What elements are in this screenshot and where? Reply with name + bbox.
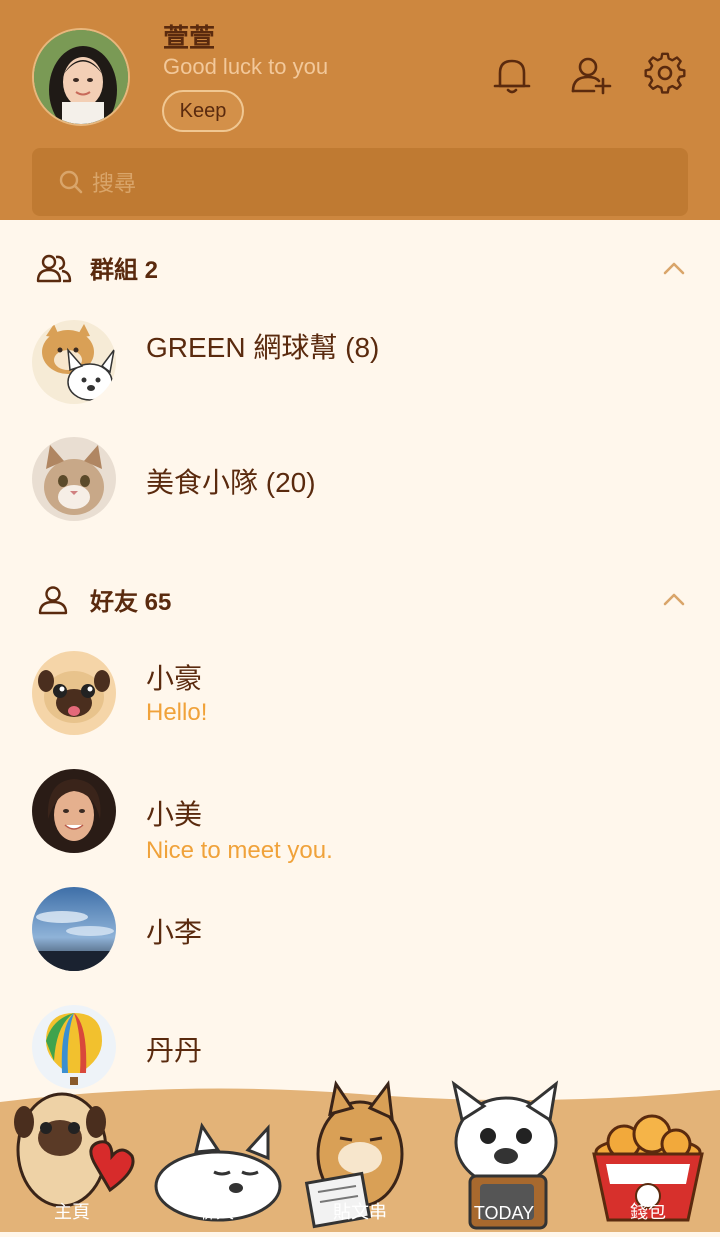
profile-name: 萱萱 xyxy=(163,23,216,53)
chevron-up-icon[interactable] xyxy=(662,260,686,276)
chevron-up-icon[interactable] xyxy=(662,591,686,607)
settings-gear-icon[interactable] xyxy=(642,52,688,98)
tab-home-label: 主頁 xyxy=(54,1202,90,1222)
friend-status-message: Hello! xyxy=(146,699,208,726)
friend-icon xyxy=(38,585,68,614)
woman-avatar-icon xyxy=(32,769,116,853)
search-bar[interactable]: 搜尋 xyxy=(32,148,688,216)
groups-section-title: 群組 2 xyxy=(90,257,159,284)
group-avatar xyxy=(32,320,116,404)
tab-chats-label: 聊天 xyxy=(198,1202,234,1222)
friend-status-message: Nice to meet you. xyxy=(146,837,333,864)
friend-row[interactable]: 小美 Nice to meet you. xyxy=(0,769,720,879)
add-friend-icon[interactable] xyxy=(568,52,614,98)
tab-wallet[interactable]: 錢包 xyxy=(576,1080,720,1232)
search-icon xyxy=(59,170,83,194)
tab-timeline[interactable]: 貼文串 xyxy=(288,1080,432,1232)
tab-chats[interactable]: 聊天 xyxy=(144,1080,288,1232)
balloon-avatar-icon xyxy=(32,1005,116,1089)
profile-header: 萱萱 Good luck to you Keep 搜尋 xyxy=(0,0,720,220)
tab-wallet-label: 錢包 xyxy=(630,1202,666,1222)
group-name: GREEN 網球幫 (8) xyxy=(146,332,380,363)
search-placeholder: 搜尋 xyxy=(92,171,137,196)
group-row-tennis[interactable]: GREEN 網球幫 (8) xyxy=(0,320,720,430)
dogs-avatar-icon xyxy=(32,320,116,404)
tab-today-label: TODAY xyxy=(473,1203,535,1223)
bell-icon[interactable] xyxy=(489,52,535,98)
group-name: 美食小隊 (20) xyxy=(146,467,316,498)
profile-photo xyxy=(34,30,128,124)
bottom-tab-bar: 主頁 聊天 貼文串 TODAY 錢包 xyxy=(0,1080,720,1232)
sky-avatar-icon xyxy=(32,887,116,971)
friend-name: 小豪 xyxy=(146,663,203,694)
cat-avatar-icon xyxy=(32,437,116,521)
group-row-food[interactable]: 美食小隊 (20) xyxy=(0,437,720,547)
profile-avatar[interactable] xyxy=(32,28,130,126)
friend-name: 小美 xyxy=(146,799,203,830)
groups-section-header[interactable]: 群組 2 xyxy=(36,250,158,285)
friend-row[interactable]: 小豪 Hello! xyxy=(0,651,720,761)
group-avatar xyxy=(32,437,116,521)
friend-name: 小李 xyxy=(146,917,203,948)
group-icon xyxy=(36,254,72,282)
friends-section-header[interactable]: 好友 65 xyxy=(36,582,171,617)
friend-row[interactable]: 小李 xyxy=(0,887,720,997)
friend-avatar xyxy=(32,887,116,971)
tab-timeline-label: 貼文串 xyxy=(333,1202,387,1222)
friend-avatar xyxy=(32,1005,116,1089)
friends-section-title: 好友 65 xyxy=(90,589,172,616)
pug-avatar-icon xyxy=(32,651,116,735)
profile-status-message[interactable]: Good luck to you xyxy=(163,54,328,80)
friend-avatar xyxy=(32,769,116,853)
friend-name: 丹丹 xyxy=(146,1035,203,1066)
tab-today[interactable]: TODAY xyxy=(432,1080,576,1232)
tab-home[interactable]: 主頁 xyxy=(0,1080,144,1232)
friend-avatar xyxy=(32,651,116,735)
keep-button[interactable]: Keep xyxy=(162,90,244,132)
